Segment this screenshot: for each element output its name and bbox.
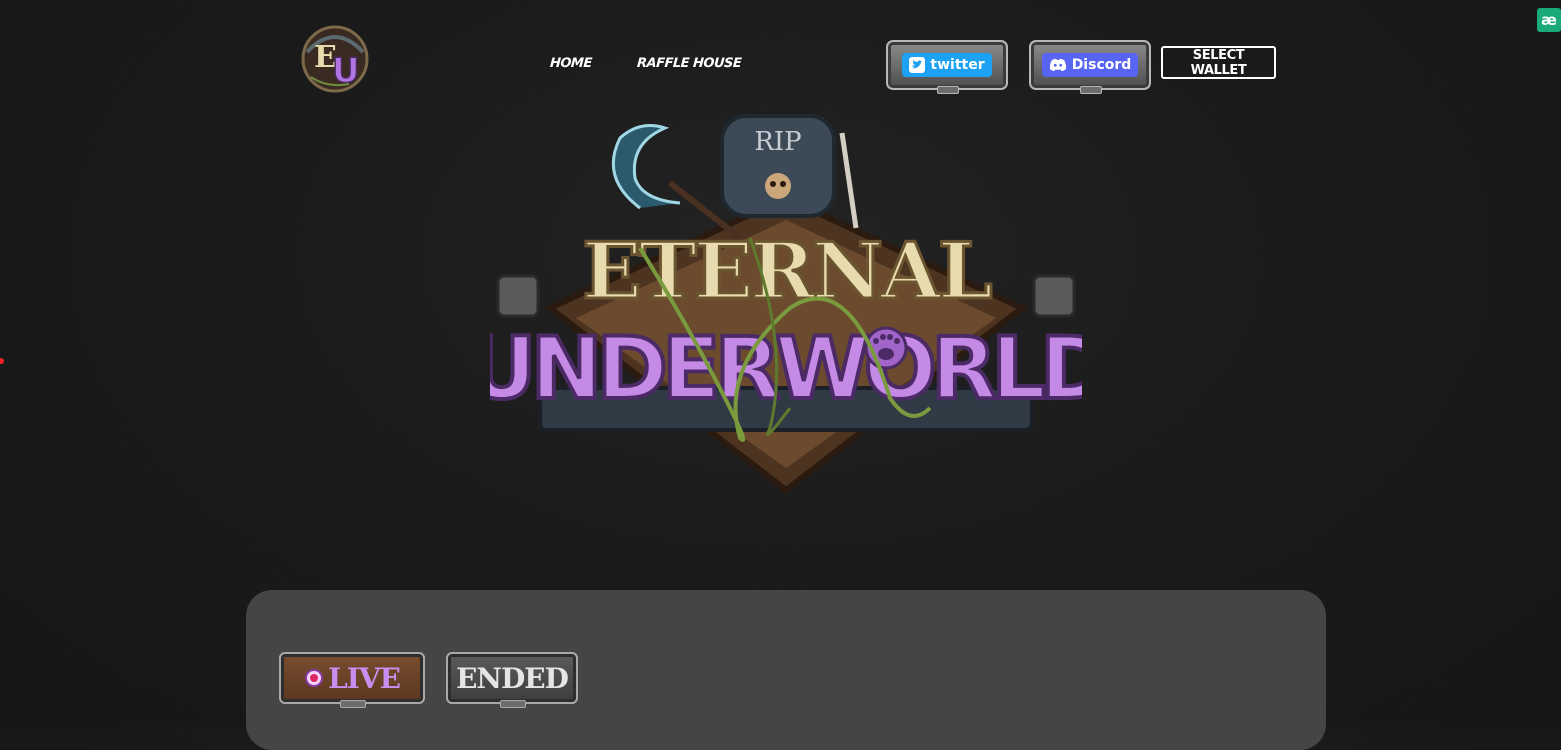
left-bracket (496, 274, 540, 318)
tab-ended[interactable]: ENDED (446, 652, 578, 708)
button-nub (340, 700, 366, 708)
sword (839, 132, 859, 229)
button-nub (937, 86, 959, 94)
twitter-icon (909, 57, 926, 73)
skull-icon (765, 173, 791, 199)
nav-raffle-house-link[interactable]: RAFFLE HOUSE (636, 56, 741, 71)
raffle-panel: LIVE ENDED (246, 590, 1326, 750)
record-dot-icon (0, 358, 4, 364)
hero-title-artwork: RIP ETERNAL UNDERWORLD (465, 108, 1115, 498)
select-wallet-button[interactable]: SELECT WALLET (1161, 46, 1276, 79)
twitter-label: twitter (930, 57, 985, 73)
scythe-blade (611, 124, 681, 210)
nav-home-link[interactable]: HOME (549, 56, 592, 71)
extension-badge[interactable]: æ (1537, 8, 1561, 32)
site-logo[interactable]: E U (297, 22, 373, 94)
tab-live[interactable]: LIVE (279, 652, 425, 708)
screen-recorder-tab[interactable]: screenrec (0, 358, 10, 458)
button-nub (1080, 86, 1102, 94)
twitter-button[interactable]: twitter (886, 40, 1008, 94)
discord-button[interactable]: Discord (1029, 40, 1151, 94)
discord-label: Discord (1071, 57, 1132, 73)
title-eternal: ETERNAL (582, 226, 992, 317)
tab-live-label: LIVE (328, 661, 401, 695)
live-dot-icon (305, 669, 324, 687)
button-nub (500, 700, 526, 708)
tab-ended-label: ENDED (456, 661, 569, 695)
discord-icon (1049, 58, 1066, 71)
tombstone-rip-text: RIP (754, 127, 801, 157)
right-bracket (1032, 274, 1076, 318)
title-underworld: UNDERWORLD (490, 319, 1082, 419)
